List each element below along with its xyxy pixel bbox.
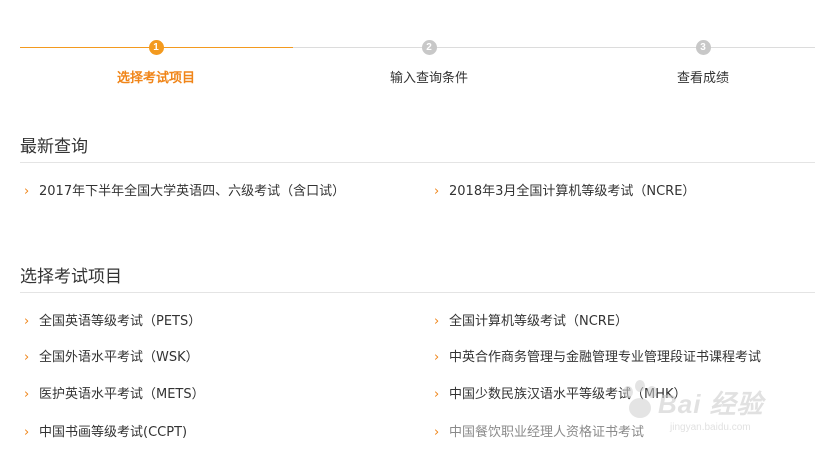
step-1[interactable]: 1 选择考试项目: [46, 39, 266, 86]
exam-item-ncre[interactable]: › 全国计算机等级考试（NCRE）: [434, 313, 628, 331]
exam-item-label: 中国餐饮职业经理人资格证书考试: [449, 425, 645, 440]
exam-item-ccpt[interactable]: › 中国书画等级考试(CCPT): [24, 424, 187, 442]
exam-item-label: 中英合作商务管理与金融管理专业管理段证书课程考试: [449, 350, 762, 365]
exam-item-label: 医护英语水平考试（METS）: [39, 387, 205, 402]
chevron-right-icon: ›: [24, 350, 30, 365]
exam-item-label: 全国计算机等级考试（NCRE）: [449, 314, 629, 329]
exam-item-catering-manager[interactable]: › 中国餐饮职业经理人资格证书考试: [434, 424, 644, 442]
recent-item-cet[interactable]: › 2017年下半年全国大学英语四、六级考试（含口试）: [24, 183, 345, 201]
step-2[interactable]: 2 输入查询条件: [319, 39, 539, 86]
step-3-number: 3: [695, 40, 711, 55]
chevron-right-icon: ›: [434, 425, 440, 440]
select-section-title: 选择考试项目: [20, 267, 122, 287]
recent-section-title: 最新查询: [20, 137, 88, 157]
recent-section-divider: [20, 162, 815, 163]
chevron-right-icon: ›: [434, 387, 440, 402]
chevron-right-icon: ›: [434, 184, 440, 199]
chevron-right-icon: ›: [434, 314, 440, 329]
chevron-right-icon: ›: [434, 350, 440, 365]
exam-item-mets[interactable]: › 医护英语水平考试（METS）: [24, 386, 205, 404]
exam-item-label: 全国英语等级考试（PETS）: [39, 314, 202, 329]
step-1-label: 选择考试项目: [116, 71, 195, 86]
exam-item-mhk[interactable]: › 中国少数民族汉语水平等级考试（MHK）: [434, 386, 687, 404]
chevron-right-icon: ›: [24, 425, 30, 440]
exam-item-label: 全国外语水平考试（WSK）: [39, 350, 199, 365]
chevron-right-icon: ›: [24, 184, 30, 199]
exam-item-wsk[interactable]: › 全国外语水平考试（WSK）: [24, 349, 199, 367]
recent-item-ncre[interactable]: › 2018年3月全国计算机等级考试（NCRE）: [434, 183, 695, 201]
watermark-url: jingyan.baidu.com: [670, 422, 751, 433]
select-section-divider: [20, 292, 815, 293]
step-3[interactable]: 3 查看成绩: [593, 39, 813, 86]
step-1-number: 1: [148, 40, 164, 55]
recent-item-label: 2018年3月全国计算机等级考试（NCRE）: [449, 184, 696, 199]
recent-item-label: 2017年下半年全国大学英语四、六级考试（含口试）: [39, 184, 346, 199]
step-2-label: 输入查询条件: [389, 71, 468, 86]
exam-item-label: 中国少数民族汉语水平等级考试（MHK）: [449, 387, 687, 402]
chevron-right-icon: ›: [24, 387, 30, 402]
chevron-right-icon: ›: [24, 314, 30, 329]
step-2-number: 2: [421, 40, 437, 55]
exam-item-label: 中国书画等级考试(CCPT): [39, 425, 188, 440]
step-3-label: 查看成绩: [676, 71, 729, 86]
progress-stepper: 1 选择考试项目 2 输入查询条件 3 查看成绩: [20, 39, 815, 89]
exam-item-sino-british-business[interactable]: › 中英合作商务管理与金融管理专业管理段证书课程考试: [434, 349, 761, 367]
exam-item-pets[interactable]: › 全国英语等级考试（PETS）: [24, 313, 201, 331]
